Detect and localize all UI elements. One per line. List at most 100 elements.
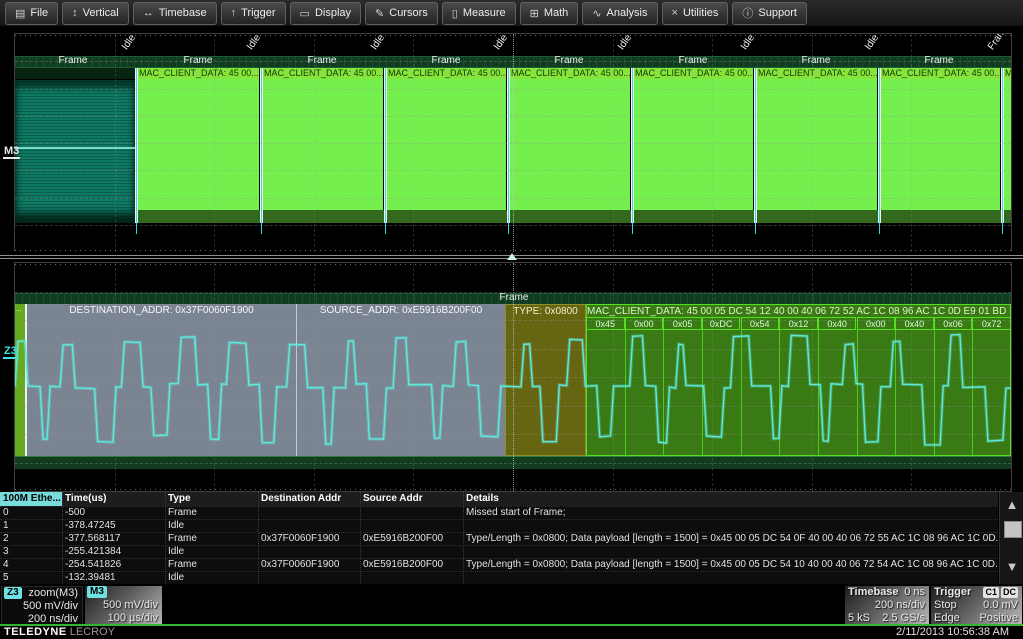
table-row[interactable]: 4-254.541826Frame0x37F0060F19000xE5916B2… xyxy=(0,558,998,571)
trigger-icon: ↑ xyxy=(231,7,237,19)
cell-time: -254.541826 xyxy=(62,558,165,571)
menu-button-timebase[interactable]: ↔ Timebase xyxy=(133,2,217,25)
column-header-dest[interactable]: Destination Addr xyxy=(258,492,360,506)
menu-button-measure[interactable]: ▯Measure xyxy=(442,2,516,25)
timebase-descriptor[interactable]: Timebase 0 ns 200 ns/div 5 kS 2.5 GS/s xyxy=(845,586,929,625)
brand-light: LECROY xyxy=(70,626,115,638)
menu-label: Utilities xyxy=(683,7,718,19)
frame-data-block xyxy=(1003,79,1011,210)
frame-boundary-core xyxy=(632,68,633,234)
cell-index: 0 xyxy=(0,506,62,519)
cell-index: 3 xyxy=(0,545,62,558)
trigger-level: 0.0 mV xyxy=(983,599,1018,612)
table-row[interactable]: 3-255.421384Idle xyxy=(0,545,998,558)
timebase-offset: 0 ns xyxy=(904,586,925,599)
mac-strip-dark xyxy=(15,68,135,79)
mac-client-data-strip: MAC_CLIENT_DATA: 45 00... xyxy=(633,68,753,79)
frame-label: Frame xyxy=(802,55,831,66)
menu-button-support[interactable]: ⓘSupport xyxy=(732,2,807,25)
idle-label: Idle xyxy=(859,33,885,55)
idle-waveform-region xyxy=(15,80,135,223)
menu-button-analysis[interactable]: ∿Analysis xyxy=(582,2,657,25)
column-header-type[interactable]: Type xyxy=(165,492,258,506)
trace-label-z3[interactable]: Z3 xyxy=(3,345,18,359)
frame-data-block xyxy=(509,79,630,210)
trigger-coupling-badge: DC xyxy=(1001,587,1018,598)
byte-value-box: 0x06 xyxy=(934,317,973,330)
scrollbar-thumb[interactable] xyxy=(1004,521,1022,538)
trigger-position-marker[interactable] xyxy=(507,253,517,260)
table-row[interactable]: 0-500FrameMissed start of Frame; xyxy=(0,506,998,519)
table-row[interactable]: 2-377.568117Frame0x37F0060F19000xE5916B2… xyxy=(0,532,998,545)
menu-button-math[interactable]: ⊞ Math xyxy=(520,2,579,25)
menu-button-utilities[interactable]: ×Utilities xyxy=(662,2,729,25)
idle-label: Idle xyxy=(488,33,514,55)
menu-label: Math xyxy=(544,7,568,19)
menu-label: Support xyxy=(758,7,797,19)
menu-button-vertical[interactable]: ↕Vertical xyxy=(62,2,129,25)
cell-type: Idle xyxy=(165,571,258,584)
menu-label: Analysis xyxy=(607,7,648,19)
idle-waveform-centerline xyxy=(15,147,135,149)
brand-bold: TELEDYNE xyxy=(4,626,67,638)
measure-icon: ▯ xyxy=(452,7,458,20)
column-header-src[interactable]: Source Addr xyxy=(360,492,463,506)
cell-src xyxy=(360,545,463,558)
menu-label: Timebase xyxy=(159,7,207,19)
menu-button-file[interactable]: ▤File xyxy=(5,2,58,25)
menu-label: File xyxy=(30,7,48,19)
column-header-time[interactable]: Time(us) xyxy=(62,492,165,506)
row-separator xyxy=(0,519,998,520)
timebase-icon: ↔ xyxy=(143,7,154,19)
byte-value-box: 0x00 xyxy=(625,317,664,330)
frame-boundary-core xyxy=(385,68,386,234)
vertical-icon: ↕ xyxy=(72,7,78,19)
frame-data-block xyxy=(262,79,383,210)
mac-client-data-strip: MAC_CLIENT_DATA: 45 00... xyxy=(262,68,383,79)
m3-descriptor[interactable]: M3 500 mV/div 100 µs/div xyxy=(85,586,162,625)
z3-badge: Z3 xyxy=(4,587,22,599)
scroll-down-button[interactable]: ▼ xyxy=(1001,556,1023,578)
frame-label: Frame xyxy=(679,55,708,66)
cell-dest xyxy=(258,506,360,519)
mac-client-data-strip: MAC_CLIENT_DATA: 45 00... xyxy=(137,68,259,79)
cell-time: -500 xyxy=(62,506,165,519)
protocol-tab[interactable]: 100M Ethe... xyxy=(0,492,62,506)
cell-details: Type/Length = 0x0800; Data payload [leng… xyxy=(463,558,998,571)
cell-src xyxy=(360,519,463,532)
row-separator xyxy=(0,506,998,507)
frame-label: Frame xyxy=(925,55,954,66)
cell-dest xyxy=(258,571,360,584)
cell-type: Frame xyxy=(165,532,258,545)
trigger-badges: C1DC xyxy=(981,586,1018,599)
trigger-descriptor[interactable]: Trigger C1DC Stop 0.0 mV Edge Positive xyxy=(931,586,1022,625)
row-separator xyxy=(0,545,998,546)
column-header-details[interactable]: Details xyxy=(463,492,998,506)
zoom-trace-grid: Frame...DESTINATION_ADDR: 0x37F0060F1900… xyxy=(14,262,1012,492)
byte-value-box: 0x40 xyxy=(895,317,934,330)
table-row[interactable]: 1-378.47245Idle xyxy=(0,519,998,532)
frame-label: Frame xyxy=(184,55,213,66)
v-gridline xyxy=(613,34,614,252)
menu-button-display[interactable]: ▭Display xyxy=(290,2,361,25)
cell-dest: 0x37F0060F1900 xyxy=(258,558,360,571)
frame-label: Frame xyxy=(308,55,337,66)
trigger-title: Trigger xyxy=(934,586,971,599)
math-icon: ⊞ xyxy=(530,7,539,20)
z3-descriptor[interactable]: Z3 zoom(M3) 500 mV/div 200 ns/div xyxy=(1,586,83,625)
byte-value-box: 0x05 xyxy=(663,317,702,330)
menu-button-cursors[interactable]: ✎Cursors xyxy=(365,2,438,25)
trace-label-m3[interactable]: M3 xyxy=(3,145,20,159)
cell-type: Frame xyxy=(165,558,258,571)
v-gridline xyxy=(214,34,215,252)
v-gridline xyxy=(911,34,912,252)
timebase-title: Timebase xyxy=(848,586,899,599)
cell-src xyxy=(360,506,463,519)
main-trace-grid: MAC_CLIENT_DATA: 45 00...MAC_CLIENT_DATA… xyxy=(14,33,1012,253)
menu-button-trigger[interactable]: ↑Trigger xyxy=(221,2,286,25)
frame-boundary-core xyxy=(755,68,756,234)
scroll-up-button[interactable]: ▲ xyxy=(1001,494,1023,516)
frame-label: Frame xyxy=(500,292,529,303)
table-row[interactable]: 5-132.39481Idle xyxy=(0,571,998,584)
menu-bar: ▤File↕Vertical ↔ Timebase ↑Trigger▭Display✎… xyxy=(0,0,1023,27)
